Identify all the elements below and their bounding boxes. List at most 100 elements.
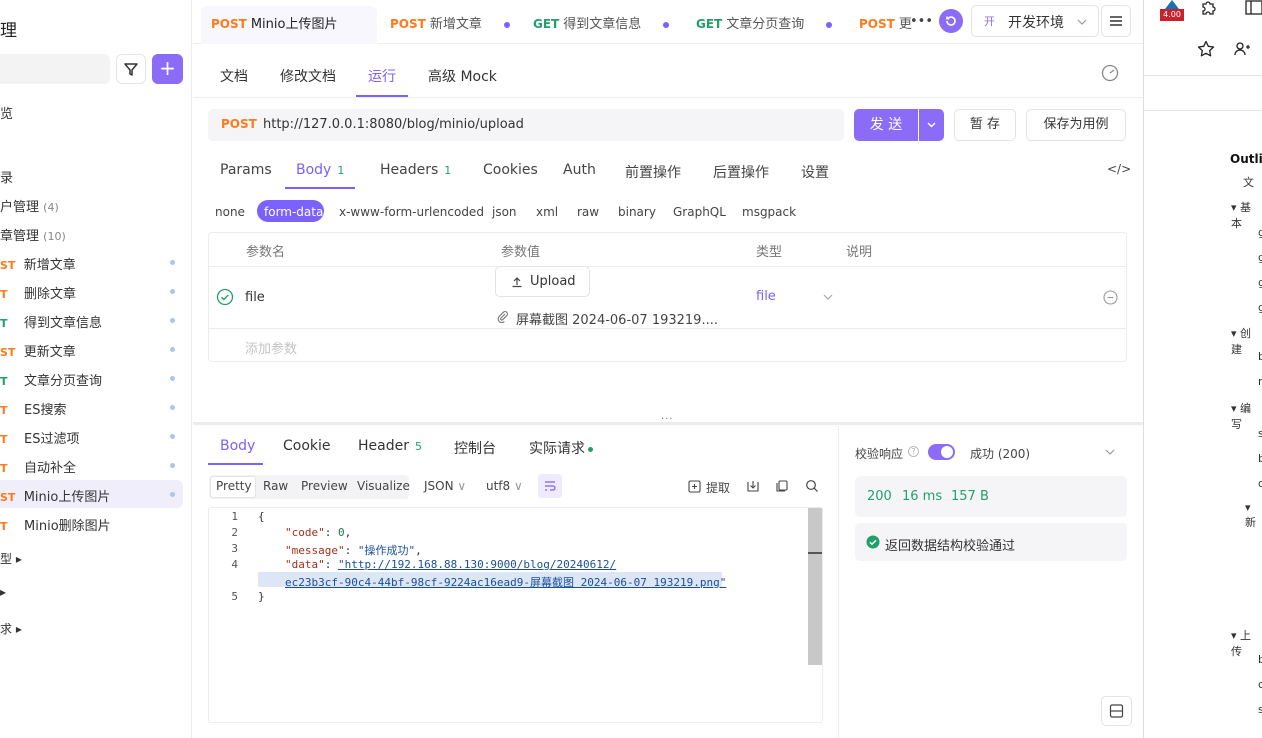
search-icon[interactable] <box>805 479 819 493</box>
sidebar-item-models[interactable]: 型 ▸ <box>0 550 22 567</box>
more-tabs-button[interactable]: ••• <box>910 14 933 29</box>
tab-headers[interactable]: Headers 1 <box>380 162 451 178</box>
view-mode-visualize[interactable]: Visualize <box>357 479 410 493</box>
tab-params[interactable]: Params <box>220 162 272 178</box>
tab-doc[interactable]: 文档 <box>220 66 248 86</box>
copy-icon[interactable] <box>775 479 789 493</box>
body-type-form-data[interactable]: form-data <box>264 205 323 219</box>
view-mode-pretty[interactable]: Pretty <box>216 479 252 493</box>
outline-item[interactable]: g <box>1258 251 1262 264</box>
sidebar-item-api[interactable]: T 文章分页查询 <box>0 370 102 389</box>
sidebar-item-api[interactable]: ST 更新文章 <box>0 341 76 360</box>
tab-article-page[interactable]: GET 文章分页查询 <box>696 0 833 44</box>
sync-button[interactable] <box>939 9 963 33</box>
outline-item[interactable]: r <box>1258 375 1262 388</box>
save-draft-button[interactable]: 暂 存 <box>954 109 1016 141</box>
tab-post-processors[interactable]: 后置操作 <box>713 162 769 182</box>
tab-edit-doc[interactable]: 修改文档 <box>280 66 336 86</box>
view-mode-raw[interactable]: Raw <box>263 479 288 493</box>
tab-console[interactable]: 控制台 <box>454 438 496 458</box>
body-type-raw[interactable]: raw <box>577 205 599 219</box>
drag-handle-icon[interactable]: ··· <box>661 414 674 425</box>
sidebar-item-overview[interactable]: 览 <box>0 103 13 122</box>
code-icon[interactable]: </> <box>1107 162 1131 176</box>
sidebar-item-api[interactable]: T Minio删除图片 <box>0 515 111 534</box>
sidebar-item-api-active[interactable]: ST Minio上传图片 <box>0 486 110 505</box>
url-input[interactable]: http://127.0.0.1:8080/blog/minio/upload <box>263 117 524 132</box>
body-type-json[interactable]: json <box>492 205 517 219</box>
file-name[interactable]: 屏幕截图 2024-06-07 193219.... <box>516 309 718 328</box>
outline-item[interactable]: b <box>1258 452 1262 465</box>
body-type-xml[interactable]: xml <box>536 205 558 219</box>
body-type-none[interactable]: none <box>215 205 245 219</box>
url-bar[interactable]: POST http://127.0.0.1:8080/blog/minio/up… <box>208 109 844 141</box>
data-url-link[interactable]: ec23b3cf-90c4-44bf-98cf-9224ac16ead9-屏幕截… <box>285 574 726 590</box>
outline-item[interactable]: c <box>1258 477 1262 490</box>
sidebar-icon[interactable] <box>1244 0 1262 16</box>
view-mode-preview[interactable]: Preview <box>301 479 348 493</box>
tab-response-header[interactable]: Header 5 <box>358 438 422 454</box>
star-icon[interactable] <box>1197 40 1215 58</box>
extract-icon[interactable] <box>688 480 701 493</box>
tab-add-article[interactable]: POST 新增文章 <box>390 0 510 44</box>
download-icon[interactable] <box>746 479 760 493</box>
validate-toggle[interactable] <box>928 444 955 460</box>
outline-item[interactable]: g <box>1258 276 1262 289</box>
body-type-msgpack[interactable]: msgpack <box>742 205 796 219</box>
tab-actual-request[interactable]: 实际请求 <box>529 438 593 458</box>
sidebar-item-api[interactable]: ST 新增文章 <box>0 254 76 273</box>
outline-item[interactable]: ▾ 新 <box>1245 501 1262 530</box>
param-type-select[interactable]: file <box>756 289 776 304</box>
menu-button[interactable] <box>1101 5 1131 37</box>
tab-response-cookie[interactable]: Cookie <box>283 438 331 454</box>
upload-button[interactable]: Upload <box>495 266 590 297</box>
add-profile-icon[interactable] <box>1233 40 1251 58</box>
scrollbar-thumb[interactable] <box>808 508 822 665</box>
response-code-viewer[interactable] <box>208 507 823 723</box>
tab-response-body[interactable]: Body <box>220 438 255 454</box>
tab-mock[interactable]: 高级 Mock <box>428 66 497 86</box>
env-select[interactable]: 开 开发环境 <box>971 5 1099 37</box>
help-icon[interactable]: ? <box>908 446 919 457</box>
chevron-down-icon[interactable] <box>1104 446 1116 458</box>
sidebar-item-api[interactable]: T 自动补全 <box>0 457 76 476</box>
tab-update-article[interactable]: POST 更 <box>859 0 912 44</box>
method-select[interactable]: POST <box>221 117 257 131</box>
outline-item[interactable]: s <box>1258 427 1262 440</box>
sidebar-item-requests[interactable]: 求 ▸ <box>0 620 22 637</box>
param-name[interactable]: file <box>245 290 265 305</box>
outline-item[interactable]: c <box>1258 678 1262 691</box>
body-type-graphql[interactable]: GraphQL <box>673 205 726 219</box>
performance-icon[interactable] <box>1100 63 1120 83</box>
puzzle-icon[interactable] <box>1199 0 1217 16</box>
sidebar-group-articles[interactable]: 章管理 (10) <box>0 225 66 244</box>
sidebar-item-api[interactable]: T ES过滤项 <box>0 428 80 447</box>
outline-item[interactable]: b <box>1258 350 1262 363</box>
format-select[interactable]: JSON ∨ <box>424 479 466 493</box>
sidebar-group-users[interactable]: 户管理 (4) <box>0 196 59 215</box>
sidebar-item-api[interactable]: T 得到文章信息 <box>0 312 102 331</box>
outline-item[interactable]: 文 <box>1243 174 1254 190</box>
extension-icon[interactable]: 4.00 <box>1153 0 1191 21</box>
encoding-select[interactable]: utf8 ∨ <box>486 479 523 493</box>
layout-toggle-button[interactable] <box>1101 696 1132 726</box>
outline-item[interactable]: g <box>1258 301 1262 314</box>
tab-minio-upload[interactable]: POST Minio上传图片 <box>211 0 337 44</box>
sidebar-item-api[interactable]: T 删除文章 <box>0 283 76 302</box>
add-param-input[interactable]: 添加参数 <box>245 338 297 357</box>
body-type-binary[interactable]: binary <box>618 205 656 219</box>
sidebar-item-api[interactable]: T ES搜索 <box>0 399 67 418</box>
tab-cookies[interactable]: Cookies <box>483 162 538 178</box>
tab-body[interactable]: Body 1 <box>296 162 344 178</box>
outline-item[interactable]: s <box>1258 703 1262 716</box>
add-api-button[interactable]: + <box>152 54 183 84</box>
filter-button[interactable] <box>116 54 146 84</box>
tab-run[interactable]: 运行 <box>368 66 396 86</box>
save-case-button[interactable]: 保存为用例 <box>1026 109 1126 141</box>
body-type-urlencoded[interactable]: x-www-form-urlencoded <box>339 205 484 219</box>
tab-get-article[interactable]: GET 得到文章信息 <box>533 0 670 44</box>
remove-row-icon[interactable] <box>1103 290 1118 305</box>
tab-auth[interactable]: Auth <box>563 162 596 178</box>
sidebar-item-catalog[interactable]: 录 <box>0 167 13 186</box>
outline-item[interactable]: g <box>1258 226 1262 239</box>
